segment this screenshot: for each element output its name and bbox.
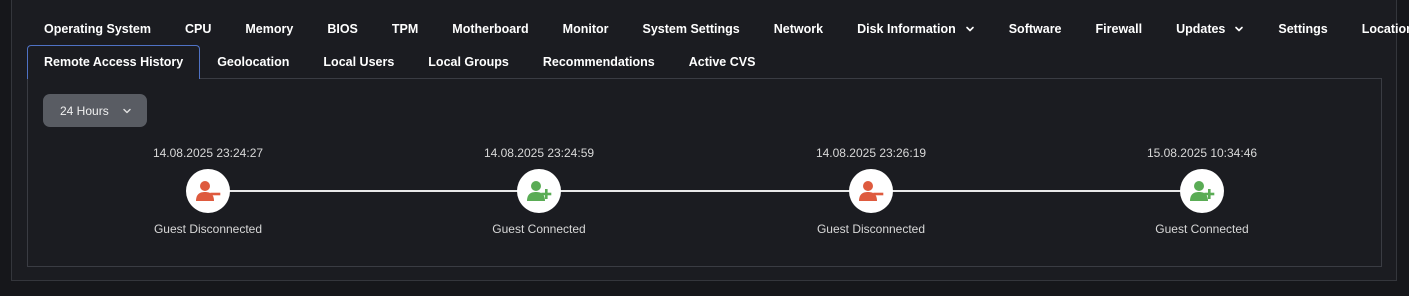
tab-label: Location [1361, 21, 1409, 36]
user-add-icon [527, 181, 552, 201]
event-timestamp: 15.08.2025 10:34:46 [1146, 146, 1258, 160]
tab-label: Firewall [1095, 21, 1143, 36]
tab-remote-access-history[interactable]: Remote Access History [27, 44, 201, 79]
tab-active-cvs[interactable]: Active CVS [672, 45, 773, 78]
tab-label: Operating System [44, 21, 151, 36]
tab-label: Recommendations [542, 54, 655, 69]
tab-label: Active CVS [688, 54, 756, 69]
time-range-value: 24 Hours [60, 103, 109, 118]
event-timestamp: 14.08.2025 23:24:59 [483, 146, 595, 160]
event-node[interactable] [849, 169, 893, 213]
tab-disk-information[interactable]: Disk Information [840, 12, 992, 45]
tab-bar-secondary: Remote Access History Geolocation Local Us… [27, 44, 773, 79]
tab-local-users[interactable]: Local Users [306, 45, 411, 78]
tab-label: Updates [1176, 21, 1226, 36]
time-range-dropdown[interactable]: 24 Hours [43, 94, 147, 127]
tab-firewall[interactable]: Firewall [1079, 12, 1160, 45]
event-label: Guest Connected [492, 222, 586, 236]
event-node[interactable] [1180, 169, 1224, 213]
tab-label: Software [1008, 21, 1062, 36]
user-add-icon [1190, 181, 1215, 201]
tab-label: TPM [391, 21, 419, 36]
tab-bar-primary: Operating System CPU Memory BIOS TPM Motherbo… [27, 12, 1409, 45]
tab-bios[interactable]: BIOS [310, 12, 375, 45]
tab-label: Motherboard [452, 21, 529, 36]
tab-label: Local Users [323, 54, 395, 69]
tab-operating-system[interactable]: Operating System [27, 12, 168, 45]
tab-label: Network [773, 21, 824, 36]
event-label: Guest Disconnected [153, 222, 263, 236]
event-node[interactable] [186, 169, 230, 213]
tab-label: CPU [184, 21, 212, 36]
tab-label: Memory [245, 21, 294, 36]
tab-motherboard[interactable]: Motherboard [435, 12, 545, 45]
event-node[interactable] [517, 169, 561, 213]
tab-geolocation[interactable]: Geolocation [200, 45, 306, 78]
tab-tpm[interactable]: TPM [375, 12, 435, 45]
tab-local-groups[interactable]: Local Groups [411, 45, 526, 78]
tab-label: Settings [1278, 21, 1328, 36]
chevron-down-icon [123, 108, 131, 114]
user-remove-icon [196, 181, 221, 201]
tab-memory[interactable]: Memory [228, 12, 310, 45]
tab-monitor[interactable]: Monitor [546, 12, 626, 45]
chevron-down-icon [965, 26, 974, 31]
tab-network[interactable]: Network [757, 12, 840, 45]
tab-cpu[interactable]: CPU [168, 12, 228, 45]
event-label: Guest Connected [1155, 222, 1249, 236]
timeline-line [208, 190, 1203, 192]
tab-settings[interactable]: Settings [1261, 12, 1344, 45]
user-remove-icon [859, 181, 884, 201]
event-label: Guest Disconnected [816, 222, 926, 236]
tab-label: System Settings [642, 21, 740, 36]
tab-recommendations[interactable]: Recommendations [526, 45, 672, 78]
tab-label: Monitor [562, 21, 609, 36]
tab-label: Remote Access History [44, 55, 184, 69]
remote-access-history-panel: 24 Hours 14.08.2025 23:24:27 Guest Discon… [27, 78, 1382, 267]
event-timestamp: 14.08.2025 23:24:27 [152, 146, 264, 160]
tab-label: Local Groups [428, 54, 509, 69]
tab-label: BIOS [327, 21, 358, 36]
tab-updates[interactable]: Updates [1159, 12, 1261, 45]
chevron-down-icon [1235, 26, 1244, 31]
tab-software[interactable]: Software [992, 12, 1079, 45]
event-timestamp: 14.08.2025 23:26:19 [815, 146, 927, 160]
tab-system-settings[interactable]: System Settings [626, 12, 757, 45]
tab-location[interactable]: Location [1345, 12, 1409, 45]
tab-label: Geolocation [217, 54, 290, 69]
tab-label: Disk Information [857, 21, 956, 36]
